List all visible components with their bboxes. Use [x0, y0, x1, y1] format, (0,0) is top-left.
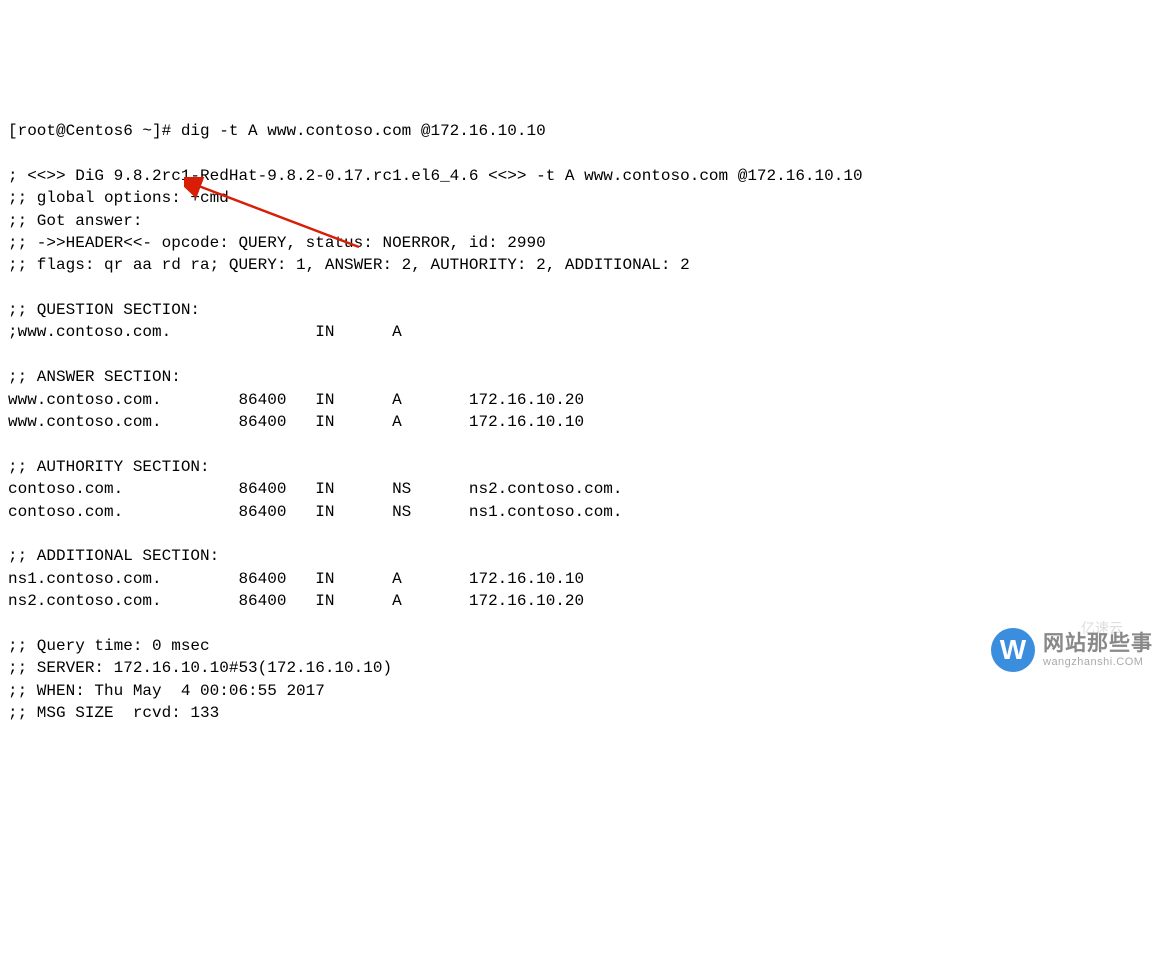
- watermark-logo-icon: W: [991, 628, 1035, 672]
- dig-got-answer: ;; Got answer:: [8, 212, 142, 230]
- authority-line-1: contoso.com. 86400 IN NS ns2.contoso.com…: [8, 480, 623, 498]
- server-line: ;; SERVER: 172.16.10.10#53(172.16.10.10): [8, 659, 392, 677]
- dig-flags-line: ;; flags: qr aa rd ra; QUERY: 1, ANSWER:…: [8, 256, 690, 274]
- additional-line-1: ns1.contoso.com. 86400 IN A 172.16.10.10: [8, 570, 584, 588]
- shell-prompt: [root@Centos6 ~]#: [8, 122, 181, 140]
- authority-section-header: ;; AUTHORITY SECTION:: [8, 458, 210, 476]
- answer-line-1: www.contoso.com. 86400 IN A 172.16.10.20: [8, 391, 584, 409]
- dig-global-options: ;; global options: +cmd: [8, 189, 229, 207]
- watermark-url: wangzhanshi.COM: [1043, 656, 1153, 668]
- msg-size-line: ;; MSG SIZE rcvd: 133: [8, 704, 219, 722]
- watermark-title: 网站那些事: [1043, 632, 1153, 655]
- dig-header-info: ;; ->>HEADER<<- opcode: QUERY, status: N…: [8, 234, 546, 252]
- additional-section-header: ;; ADDITIONAL SECTION:: [8, 547, 219, 565]
- shell-command: dig -t A www.contoso.com @172.16.10.10: [181, 122, 546, 140]
- authority-line-2: contoso.com. 86400 IN NS ns1.contoso.com…: [8, 503, 623, 521]
- answer-section-header: ;; ANSWER SECTION:: [8, 368, 181, 386]
- when-line: ;; WHEN: Thu May 4 00:06:55 2017: [8, 682, 325, 700]
- question-section-header: ;; QUESTION SECTION:: [8, 301, 200, 319]
- watermark-text: 网站那些事 wangzhanshi.COM: [1043, 632, 1153, 667]
- site-watermark: W 网站那些事 wangzhanshi.COM: [991, 628, 1153, 672]
- terminal-output: [root@Centos6 ~]# dig -t A www.contoso.c…: [8, 98, 1160, 725]
- answer-line-2: www.contoso.com. 86400 IN A 172.16.10.10: [8, 413, 584, 431]
- dig-header-line: ; <<>> DiG 9.8.2rc1-RedHat-9.8.2-0.17.rc…: [8, 167, 863, 185]
- additional-line-2: ns2.contoso.com. 86400 IN A 172.16.10.20: [8, 592, 584, 610]
- query-time-line: ;; Query time: 0 msec: [8, 637, 210, 655]
- question-line: ;www.contoso.com. IN A: [8, 323, 402, 341]
